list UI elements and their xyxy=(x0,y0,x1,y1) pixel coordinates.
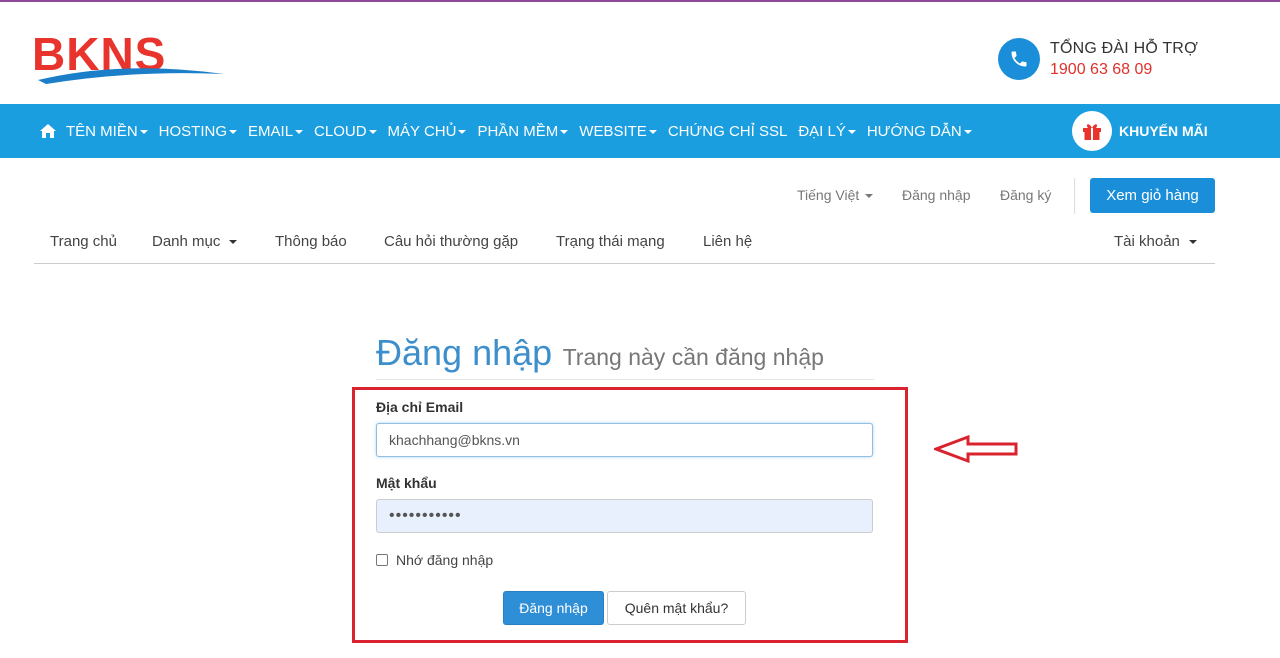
bkns-logo[interactable]: BKNS xyxy=(32,30,226,88)
nav-item-1[interactable]: HOSTING xyxy=(158,122,238,140)
chevron-down-icon xyxy=(648,130,657,134)
nav-item-label: CHỨNG CHỈ SSL xyxy=(667,122,788,140)
password-label: Mật khẩu xyxy=(376,475,437,491)
support-hotline: TỔNG ĐÀI HỖ TRỢ 1900 63 68 09 xyxy=(998,38,1198,80)
nav-item-3[interactable]: CLOUD xyxy=(314,123,377,140)
chevron-down-icon xyxy=(295,130,304,134)
page-title: Đăng nhập xyxy=(376,332,553,373)
nav-item-label: CLOUD xyxy=(314,122,367,140)
nav-item-label: HOSTING xyxy=(158,122,228,140)
chevron-down-icon xyxy=(368,130,377,134)
login-link[interactable]: Đăng nhập xyxy=(902,187,971,203)
left-arrow-icon xyxy=(934,434,1018,464)
nav-item-label: HƯỚNG DẪN xyxy=(866,122,962,140)
promo-link[interactable]: KHUYẾN MÃI xyxy=(1072,111,1208,151)
login-heading: Đăng nhập Trang này cần đăng nhập xyxy=(376,332,874,380)
nav-item-6[interactable]: WEBSITE xyxy=(579,123,657,140)
chevron-down-icon xyxy=(560,130,569,134)
gift-icon xyxy=(1072,111,1112,151)
nav-item-4[interactable]: MÁY CHỦ xyxy=(388,123,467,140)
password-value: ••••••••••• xyxy=(389,507,462,524)
nav-item-label: TÊN MIỀN xyxy=(66,122,138,140)
chevron-down-icon xyxy=(229,130,238,134)
nav-item-label: MÁY CHỦ xyxy=(387,122,457,140)
site-header: BKNS TỔNG ĐÀI HỖ TRỢ 1900 63 68 09 xyxy=(0,2,1280,104)
subnav-account[interactable]: Tài khoản xyxy=(1114,233,1197,250)
login-submit-button[interactable]: Đăng nhập xyxy=(503,591,604,625)
subnav-faq[interactable]: Câu hỏi thường gặp xyxy=(384,233,518,250)
chevron-down-icon xyxy=(847,130,856,134)
chevron-down-icon xyxy=(139,130,148,134)
utility-bar: Tiếng Việt Đăng nhập Đăng ký Xem giỏ hàn… xyxy=(0,178,1280,214)
language-label: Tiếng Việt xyxy=(797,187,860,203)
subnav-contact[interactable]: Liên hệ xyxy=(703,233,752,250)
phone-icon[interactable] xyxy=(998,38,1040,80)
nav-item-label: ĐẠI LÝ xyxy=(798,122,846,140)
nav-item-8[interactable]: ĐẠI LÝ xyxy=(798,123,856,140)
support-title: TỔNG ĐÀI HỖ TRỢ xyxy=(1050,39,1198,57)
subnav-categories-label: Danh mục xyxy=(152,233,221,250)
nav-item-0[interactable]: TÊN MIỀN xyxy=(66,123,148,140)
promo-label: KHUYẾN MÃI xyxy=(1119,123,1208,139)
chevron-down-icon xyxy=(1188,240,1197,245)
subnav-home[interactable]: Trang chủ xyxy=(50,233,117,250)
chevron-down-icon xyxy=(458,130,467,134)
nav-item-7[interactable]: CHỨNG CHỈ SSL xyxy=(668,123,788,140)
subnav-account-label: Tài khoản xyxy=(1114,233,1180,250)
home-icon[interactable] xyxy=(40,124,56,138)
page-subtitle: Trang này cần đăng nhập xyxy=(562,344,824,370)
nav-item-9[interactable]: HƯỚNG DẪN xyxy=(867,123,972,140)
client-area-nav: Trang chủ Danh mục Thông báo Câu hỏi thư… xyxy=(34,222,1215,264)
chevron-down-icon xyxy=(865,194,874,199)
chevron-down-icon xyxy=(963,130,972,134)
chevron-down-icon xyxy=(229,240,238,245)
password-input[interactable]: ••••••••••• xyxy=(376,499,873,533)
subnav-categories[interactable]: Danh mục xyxy=(152,233,238,250)
remember-checkbox[interactable] xyxy=(376,554,388,566)
forgot-password-button[interactable]: Quên mật khẩu? xyxy=(607,591,746,625)
nav-item-5[interactable]: PHẦN MỀM xyxy=(477,122,569,140)
nav-item-label: PHẦN MỀM xyxy=(477,122,559,140)
language-selector[interactable]: Tiếng Việt xyxy=(797,187,874,203)
utility-divider xyxy=(1074,178,1075,214)
nav-item-label: WEBSITE xyxy=(579,122,647,140)
email-label: Địa chỉ Email xyxy=(376,399,464,415)
main-nav: TÊN MIỀN HOSTING EMAIL CLOUD MÁY CHỦ PHẦN MỀM… xyxy=(0,104,1280,158)
nav-item-label: EMAIL xyxy=(248,122,294,140)
email-input[interactable]: khachhang@bkns.vn xyxy=(376,423,873,457)
subnav-network-status[interactable]: Trạng thái mạng xyxy=(556,233,665,250)
email-value: khachhang@bkns.vn xyxy=(389,432,520,448)
view-cart-button[interactable]: Xem giỏ hàng xyxy=(1090,178,1215,213)
register-link[interactable]: Đăng ký xyxy=(1000,187,1051,203)
remember-label: Nhớ đăng nhập xyxy=(396,552,494,568)
remember-me[interactable]: Nhớ đăng nhập xyxy=(376,552,493,568)
subnav-announcements[interactable]: Thông báo xyxy=(275,233,347,250)
support-phone-number[interactable]: 1900 63 68 09 xyxy=(1050,61,1198,79)
nav-item-2[interactable]: EMAIL xyxy=(248,122,304,140)
